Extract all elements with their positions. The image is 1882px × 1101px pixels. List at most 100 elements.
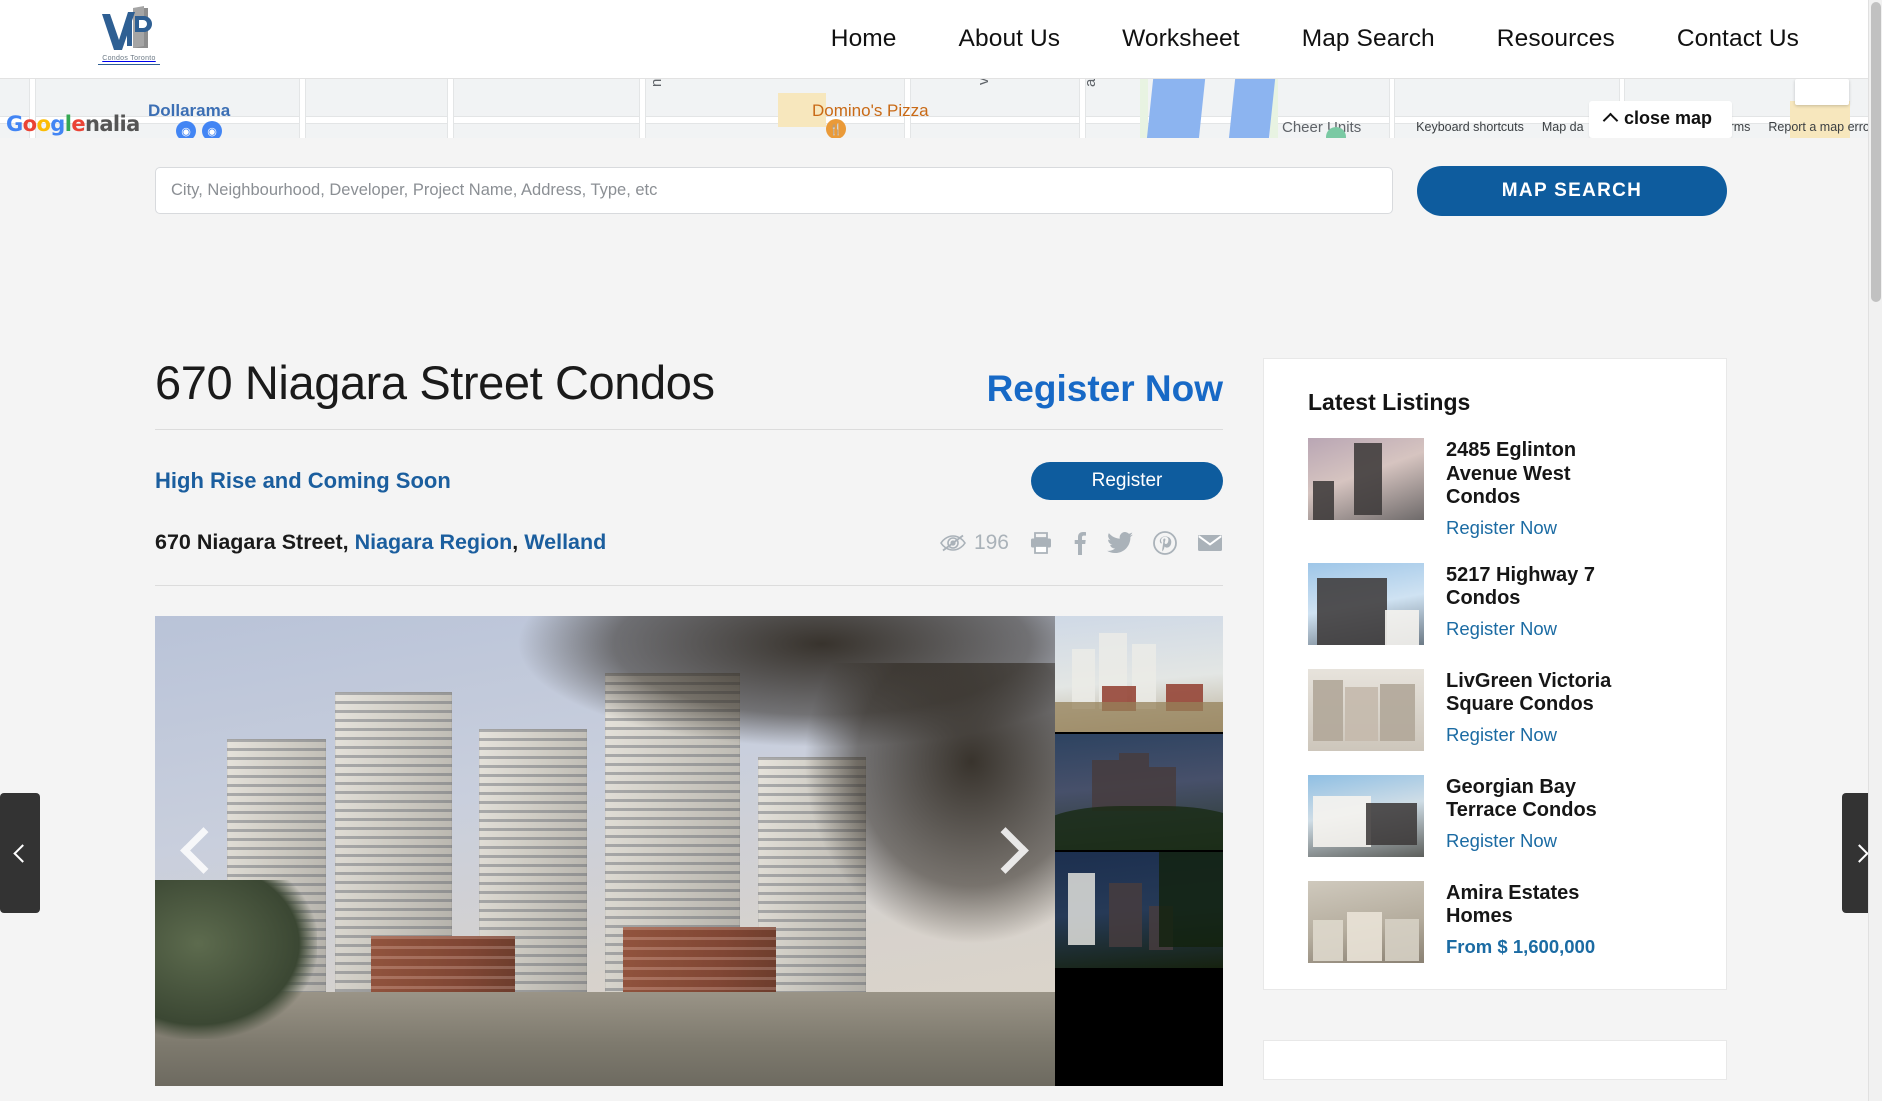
listing-name: 2485 Eglinton Avenue West Condos	[1446, 439, 1577, 509]
listing-name: 5217 Highway 7 Condos	[1446, 563, 1595, 610]
listing-thumbnail[interactable]	[1308, 774, 1424, 857]
pinterest-icon[interactable]	[1153, 530, 1177, 555]
google-logo: Googlenalia	[6, 112, 140, 136]
map-water	[1146, 79, 1206, 138]
map-report-error-link[interactable]: Report a map error	[1768, 120, 1874, 134]
address-separator: ,	[512, 530, 525, 555]
map-road	[300, 79, 305, 138]
secondary-sidebar-card	[1263, 1039, 1727, 1080]
restaurant-pin-icon: 🍴	[826, 119, 846, 138]
gallery-foliage	[155, 879, 317, 1040]
chevron-right-icon	[1850, 843, 1869, 863]
site-header: Condos Toronto Home About Us Worksheet M…	[0, 0, 1882, 78]
listing-name: LivGreen Victoria Square Condos	[1446, 669, 1612, 716]
facebook-icon[interactable]	[1073, 531, 1087, 555]
view-count-value: 196	[973, 530, 1009, 554]
search-input[interactable]	[155, 167, 1393, 214]
list-item[interactable]: Amira Estates Homes From $ 1,600,000	[1308, 880, 1690, 963]
gallery-foliage	[803, 663, 1055, 946]
close-map-button[interactable]: close map	[1588, 101, 1732, 138]
email-icon[interactable]	[1197, 533, 1223, 553]
map-label-n-rd: n Rd	[648, 79, 665, 87]
search-band: MAP SEARCH	[0, 138, 1882, 243]
map-control-box[interactable]	[1795, 79, 1849, 105]
nav-item-resources[interactable]: Resources	[1466, 25, 1646, 53]
list-item[interactable]: 2485 Eglinton Avenue West Condos Registe…	[1308, 438, 1690, 539]
listing-thumbnail[interactable]	[1308, 562, 1424, 645]
listing-register-link[interactable]: Register Now	[1446, 830, 1557, 852]
map-terms-link[interactable]: rms	[1730, 120, 1751, 134]
list-item[interactable]: 5217 Highway 7 Condos Register Now	[1308, 562, 1690, 645]
sidebar: Latest Listings 2485 Eglinton Avenue Wes…	[1263, 243, 1727, 1101]
address-line: 670 Niagara Street, Niagara Region, Well…	[155, 530, 606, 555]
nav-item-contact-us[interactable]: Contact Us	[1646, 25, 1830, 53]
site-logo[interactable]: Condos Toronto	[96, 2, 162, 68]
listing-detail: 670 Niagara Street Condos Register Now H…	[155, 243, 1223, 1101]
image-gallery	[155, 616, 1223, 1087]
gallery-thumbnail[interactable]	[1055, 734, 1223, 853]
address-street: 670 Niagara Street	[155, 530, 343, 555]
gallery-thumbnail[interactable]	[1055, 852, 1223, 971]
listing-thumbnail[interactable]	[1308, 438, 1424, 520]
listing-name: Georgian Bay Terrace Condos	[1446, 775, 1597, 822]
listing-register-link[interactable]: Register Now	[1446, 724, 1557, 746]
map-label-cheer-units: Cheer Units	[1282, 119, 1362, 136]
map-water	[1228, 79, 1276, 138]
map-road	[448, 79, 453, 138]
status-row: High Rise and Coming Soon Register	[155, 462, 1223, 501]
latest-listings-card: Latest Listings 2485 Eglinton Avenue Wes…	[1263, 358, 1727, 990]
map-label-ah-ct: ah Ct	[1082, 79, 1099, 87]
address-region-link[interactable]: Niagara Region	[355, 530, 513, 554]
listing-thumbnail[interactable]	[1308, 880, 1424, 963]
list-item[interactable]: Georgian Bay Terrace Condos Register Now	[1308, 774, 1690, 857]
page-body: 670 Niagara Street Condos Register Now H…	[0, 243, 1882, 1101]
map-keyboard-shortcuts[interactable]: Keyboard shortcuts	[1416, 120, 1524, 134]
eye-slash-icon	[940, 534, 966, 552]
prev-project-button[interactable]	[0, 793, 40, 913]
page-scrollbar[interactable]	[1868, 0, 1882, 1101]
map-label-dollarama: Dollarama	[148, 101, 231, 120]
main-navigation: Home About Us Worksheet Map Search Resou…	[800, 25, 1830, 53]
listing-price-link[interactable]: From $ 1,600,000	[1446, 936, 1595, 958]
gallery-next-arrow[interactable]	[987, 822, 1031, 880]
gallery-prev-arrow[interactable]	[179, 822, 223, 880]
address-city-link[interactable]: Welland	[524, 530, 606, 554]
gallery-main-image[interactable]	[155, 616, 1055, 1087]
print-icon[interactable]	[1029, 531, 1053, 554]
vip-logo-icon	[100, 5, 158, 54]
register-now-link[interactable]: Register Now	[987, 370, 1223, 407]
title-row: 670 Niagara Street Condos Register Now	[155, 356, 1223, 431]
nav-item-worksheet[interactable]: Worksheet	[1091, 25, 1271, 53]
map-data-credit: Map da	[1541, 120, 1584, 134]
map-road	[1080, 79, 1085, 138]
gallery-thumbnail[interactable]	[1055, 616, 1223, 735]
status-badge: High Rise and Coming Soon	[155, 468, 451, 494]
map-preview-strip[interactable]: Dollarama Thorold Rd Thorold Rd Thorold …	[0, 78, 1882, 138]
map-search-button[interactable]: MAP SEARCH	[1417, 165, 1727, 216]
view-counter: 196	[940, 531, 1009, 555]
register-button[interactable]: Register	[1031, 462, 1223, 501]
address-row: 670 Niagara Street, Niagara Region, Well…	[155, 530, 1223, 587]
page-title: 670 Niagara Street Condos	[155, 356, 715, 409]
close-map-label: close map	[1623, 108, 1712, 128]
nav-item-map-search[interactable]: Map Search	[1271, 25, 1466, 53]
listing-thumbnail[interactable]	[1308, 668, 1424, 751]
logo-subtitle: Condos Toronto	[98, 55, 160, 65]
address-separator: ,	[342, 530, 355, 555]
gallery-thumbnail[interactable]	[1055, 970, 1223, 1087]
listing-register-link[interactable]: Register Now	[1446, 618, 1557, 640]
chevron-up-icon	[1602, 112, 1619, 129]
scrollbar-thumb[interactable]	[1871, 2, 1881, 302]
latest-listings-title: Latest Listings	[1308, 389, 1471, 415]
gallery-thumbnails	[1055, 616, 1223, 1087]
map-label-dominos: Domino's Pizza	[812, 101, 929, 120]
nav-item-home[interactable]: Home	[800, 25, 928, 53]
map-pin-icon: ◉	[202, 121, 222, 138]
map-pin-icon: ◉	[176, 121, 196, 138]
list-item[interactable]: LivGreen Victoria Square Condos Register…	[1308, 668, 1690, 751]
listing-register-link[interactable]: Register Now	[1446, 517, 1557, 539]
nav-item-about-us[interactable]: About Us	[928, 25, 1092, 53]
map-road	[1390, 79, 1394, 138]
twitter-icon[interactable]	[1107, 531, 1133, 554]
map-label-ve: ve	[975, 79, 992, 85]
